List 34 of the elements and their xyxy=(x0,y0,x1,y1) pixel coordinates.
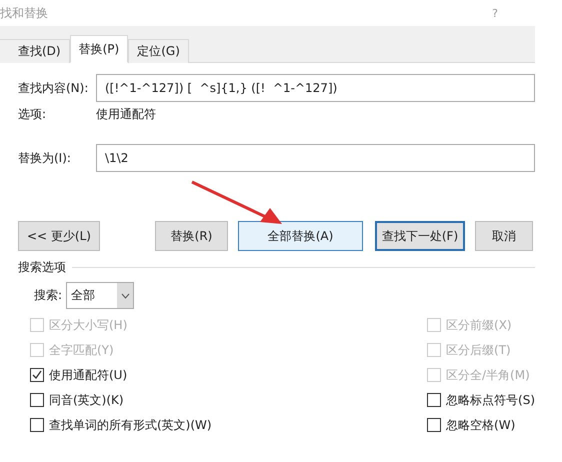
checkbox[interactable] xyxy=(30,393,44,407)
checkbox-label: 区分大小写(H) xyxy=(49,316,128,334)
checkbox-label: 使用通配符(U) xyxy=(49,366,128,384)
checkbox[interactable] xyxy=(30,418,44,432)
options-value: 使用通配符 xyxy=(96,106,156,122)
search-label: 搜索: xyxy=(34,287,62,304)
checkbox-label: 忽略空格(W) xyxy=(446,416,516,434)
field-label: 选项: xyxy=(18,106,48,122)
checkbox-label: 全字匹配(Y) xyxy=(49,342,114,358)
checkbox[interactable] xyxy=(30,368,44,382)
checkbox-label: 区分前缀(X) xyxy=(446,316,512,334)
dialog-button[interactable]: 查找下一处(F) xyxy=(375,221,465,251)
checkbox-label: 忽略标点符号(S) xyxy=(446,392,535,408)
search-dropdown[interactable]: 全部 xyxy=(66,282,134,309)
dialog-button[interactable]: << 更少(L) xyxy=(18,221,100,251)
checkbox-label: 区分全/半角(M) xyxy=(446,366,530,384)
find-field[interactable]: ([!^1-^127]) [ ^s]{1,} ([! ^1-^127]) xyxy=(96,74,535,102)
replace-field[interactable]: \1\2 xyxy=(96,144,535,172)
field-label: 查找内容(N): xyxy=(18,80,90,96)
chevron-down-icon xyxy=(120,292,130,298)
tab[interactable]: 查找(D) xyxy=(0,39,70,63)
checkbox-label: 区分后缀(T) xyxy=(446,342,511,358)
checkbox[interactable] xyxy=(427,393,442,407)
tab[interactable]: 定位(G) xyxy=(128,39,189,63)
checkbox-label: 查找单词的所有形式(英文)(W) xyxy=(49,416,212,434)
section-title: 搜索选项 xyxy=(18,259,66,276)
tab[interactable]: 替换(P) xyxy=(70,35,128,63)
dialog-button[interactable]: 取消 xyxy=(475,221,533,251)
dialog-button[interactable]: 替换(R) xyxy=(155,221,228,251)
dialog-button[interactable]: 全部替换(A) xyxy=(238,221,363,251)
window-title: 找和替换 xyxy=(0,4,48,22)
checkbox[interactable] xyxy=(427,418,442,432)
checkbox-label: 同音(英文)(K) xyxy=(49,392,124,408)
field-label: 替换为(I): xyxy=(18,150,72,166)
